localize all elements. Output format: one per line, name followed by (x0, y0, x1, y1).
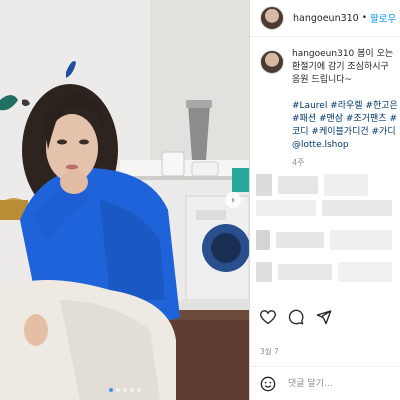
photo-illustration (0, 0, 249, 400)
mention-link[interactable]: @lotte.lshop (292, 139, 400, 152)
carousel-dot (129, 388, 134, 392)
carousel-dot (136, 388, 141, 392)
header-separator: • (361, 13, 368, 23)
caption-line: 응원 드립니다~ (292, 75, 353, 85)
caption-block: hangoeun310 봄이 오는 환절기에 감기 조심하시구 응원 드립니다~… (260, 48, 400, 169)
caption-line: 환절기에 감기 조심하시구 (292, 62, 389, 72)
hashtag-line[interactable]: #Laurel #라우렐 #한고은 (292, 100, 400, 113)
carousel-dot (122, 388, 127, 392)
caption-avatar[interactable] (260, 50, 284, 74)
heart-icon[interactable] (260, 309, 276, 325)
comment-input[interactable] (286, 377, 390, 390)
comment-bar (250, 366, 400, 400)
hashtag-line[interactable]: #패션 #맨삼 #조거팬츠 # (292, 113, 400, 126)
carousel-dots (0, 388, 249, 392)
post-details-panel: hangoeun310 • 팔로우 hangoeun310 봄이 오는 환절기에… (249, 0, 400, 400)
comment-icon[interactable] (288, 309, 304, 325)
post-header: hangoeun310 • 팔로우 (250, 0, 400, 37)
username-link[interactable]: hangoeun310 (293, 13, 359, 24)
emoji-icon[interactable] (260, 376, 276, 392)
post-age[interactable]: 4주 (292, 156, 400, 169)
post-date: 3월 7 (260, 347, 279, 356)
caption-text: hangoeun310 봄이 오는 환절기에 감기 조심하시구 응원 드립니다~… (292, 48, 400, 169)
caption-line: 봄이 오는 (357, 49, 394, 59)
share-icon[interactable] (316, 309, 332, 325)
avatar[interactable] (260, 6, 284, 30)
caption-username[interactable]: hangoeun310 (292, 49, 354, 59)
hashtag-line[interactable]: 코디 #케이블가디건 #가디 (292, 126, 400, 139)
carousel-dot (115, 388, 120, 392)
follow-button[interactable]: 팔로우 (370, 11, 396, 25)
carousel-dot (108, 388, 113, 392)
blurred-comments (250, 170, 400, 300)
carousel-next-button[interactable]: › (225, 192, 241, 208)
post-actions (260, 307, 400, 327)
post-photo[interactable]: › (0, 0, 249, 400)
chevron-right-icon: › (231, 194, 235, 206)
